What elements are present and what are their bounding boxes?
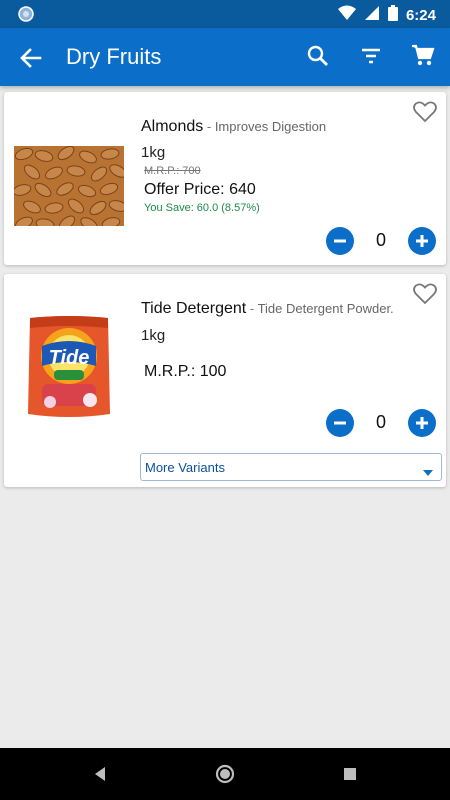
wifi-icon — [337, 5, 356, 26]
decrease-quantity-button[interactable] — [326, 409, 354, 437]
quantity-value: 0 — [375, 230, 386, 250]
product-name-line: Almonds - Improves Digestion — [141, 118, 326, 136]
name-separator: - — [246, 301, 258, 316]
signal-icon — [364, 5, 380, 26]
product-weight: 1kg — [141, 327, 166, 344]
chevron-down-icon — [423, 464, 433, 476]
name-separator: - — [203, 119, 215, 134]
search-icon[interactable] — [305, 43, 331, 69]
plus-icon — [416, 235, 428, 247]
back-arrow-icon[interactable] — [18, 45, 44, 71]
quantity-stepper: 0 — [326, 409, 436, 437]
favorite-heart-icon[interactable] — [412, 100, 438, 124]
increase-quantity-button[interactable] — [408, 227, 436, 255]
favorite-heart-icon[interactable] — [412, 282, 438, 306]
product-description: Improves Digestion — [214, 119, 327, 134]
status-bar: 6:24 — [0, 0, 450, 28]
tide-detergent-image: Tide — [24, 314, 114, 420]
quantity-value: 0 — [375, 412, 386, 432]
minus-icon — [334, 239, 346, 243]
nav-home-icon[interactable] — [213, 762, 237, 786]
more-variants-dropdown[interactable]: More Variants — [140, 453, 442, 481]
app-bar: Dry Fruits — [0, 28, 450, 86]
product-name-line: Tide Detergent - Tide Detergent Powder. — [141, 300, 394, 318]
increase-quantity-button[interactable] — [408, 409, 436, 437]
cart-icon[interactable] — [410, 43, 436, 69]
product-card-almonds[interactable]: Almonds - Improves Digestion 1kg M.R.P.:… — [4, 92, 446, 265]
plus-icon — [416, 417, 428, 429]
nav-recents-icon[interactable] — [338, 762, 362, 786]
filter-icon[interactable] — [358, 43, 384, 69]
you-save: You Save: 60.0 (8.57%) — [144, 202, 260, 214]
minus-icon — [334, 421, 346, 425]
status-time: 6:24 — [405, 7, 436, 24]
system-nav-bar — [0, 748, 450, 800]
almonds-image — [12, 145, 128, 231]
variants-label: More Variants — [145, 460, 225, 475]
mrp-strikethrough: M.R.P.: 700 — [144, 165, 201, 177]
product-weight: 1kg — [141, 144, 166, 161]
svg-text:Tide: Tide — [49, 347, 90, 369]
page-title: Dry Fruits — [66, 44, 162, 69]
quantity-stepper: 0 — [326, 227, 436, 255]
product-description: Tide Detergent Powder. — [257, 301, 394, 316]
product-name: Almonds — [141, 118, 204, 135]
product-name: Tide Detergent — [141, 300, 247, 317]
nav-back-icon[interactable] — [88, 762, 112, 786]
decrease-quantity-button[interactable] — [326, 227, 354, 255]
offer-price: Offer Price: 640 — [144, 181, 256, 198]
mrp-price: M.R.P.: 100 — [144, 363, 227, 380]
product-card-tide[interactable]: Tide Tide Detergent - Tide Detergent Pow… — [4, 274, 446, 487]
battery-icon — [387, 5, 398, 26]
notification-dot-icon — [18, 6, 34, 27]
